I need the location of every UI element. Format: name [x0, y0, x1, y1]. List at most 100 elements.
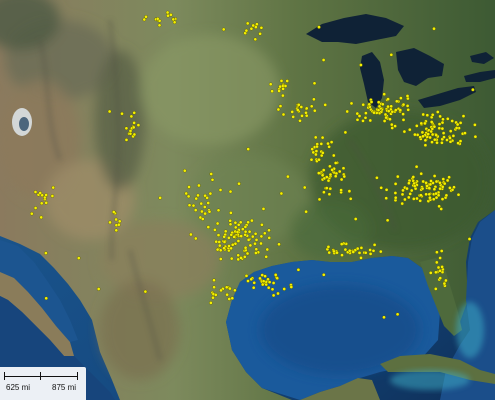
location-marker[interactable] — [30, 211, 34, 216]
location-marker[interactable] — [314, 149, 319, 153]
location-marker[interactable] — [421, 179, 425, 184]
location-marker[interactable] — [120, 111, 124, 116]
location-marker[interactable] — [304, 209, 308, 214]
location-marker[interactable] — [243, 255, 247, 259]
location-marker[interactable] — [271, 281, 276, 285]
location-marker[interactable] — [251, 285, 256, 290]
location-marker[interactable] — [191, 203, 196, 208]
location-marker[interactable] — [254, 251, 258, 255]
location-marker[interactable] — [155, 17, 160, 21]
location-marker[interactable] — [445, 178, 450, 183]
location-marker[interactable] — [193, 208, 198, 212]
location-marker[interactable] — [384, 196, 388, 200]
location-marker[interactable] — [421, 134, 425, 139]
location-marker[interactable] — [224, 285, 229, 290]
location-marker[interactable] — [368, 248, 372, 252]
location-marker[interactable] — [390, 126, 394, 130]
location-marker[interactable] — [408, 192, 412, 196]
location-marker[interactable] — [228, 286, 232, 291]
location-marker[interactable] — [250, 218, 254, 223]
location-marker[interactable] — [241, 227, 245, 231]
location-marker[interactable] — [203, 211, 207, 216]
location-marker[interactable] — [432, 174, 437, 178]
location-marker[interactable] — [300, 114, 304, 118]
location-marker[interactable] — [357, 114, 362, 118]
location-marker[interactable] — [302, 185, 307, 190]
location-marker[interactable] — [437, 126, 442, 130]
location-marker[interactable] — [265, 247, 270, 252]
location-marker[interactable] — [424, 181, 428, 185]
location-marker[interactable] — [298, 119, 302, 123]
location-marker[interactable] — [342, 174, 347, 179]
location-marker[interactable] — [309, 104, 314, 109]
location-marker[interactable] — [206, 201, 210, 205]
location-marker[interactable] — [442, 281, 447, 286]
location-marker[interactable] — [255, 22, 259, 26]
location-marker[interactable] — [440, 120, 445, 125]
location-marker[interactable] — [429, 179, 433, 183]
location-marker[interactable] — [401, 118, 406, 122]
location-marker[interactable] — [434, 179, 439, 184]
location-marker[interactable] — [281, 112, 286, 117]
location-marker[interactable] — [432, 187, 437, 191]
location-marker[interactable] — [157, 23, 162, 28]
location-marker[interactable] — [261, 279, 266, 283]
location-marker[interactable] — [44, 201, 48, 205]
location-marker[interactable] — [371, 249, 376, 253]
location-marker[interactable] — [254, 247, 259, 251]
location-marker[interactable] — [277, 89, 281, 93]
location-marker[interactable] — [363, 116, 368, 120]
location-marker[interactable] — [458, 121, 463, 125]
location-marker[interactable] — [398, 108, 403, 112]
location-marker[interactable] — [276, 107, 281, 112]
location-marker[interactable] — [436, 110, 440, 114]
location-marker[interactable] — [332, 249, 336, 254]
location-marker[interactable] — [448, 136, 452, 140]
location-marker[interactable] — [315, 144, 319, 149]
location-marker[interactable] — [219, 288, 223, 293]
location-marker[interactable] — [420, 186, 425, 191]
location-marker[interactable] — [412, 197, 416, 201]
location-marker[interactable] — [463, 131, 467, 135]
location-marker[interactable] — [408, 127, 412, 132]
location-marker[interactable] — [114, 228, 119, 233]
location-marker[interactable] — [413, 132, 417, 137]
location-marker[interactable] — [277, 242, 281, 247]
location-marker[interactable] — [419, 193, 423, 197]
location-marker[interactable] — [253, 241, 257, 246]
location-marker[interactable] — [450, 119, 454, 123]
location-marker[interactable] — [270, 89, 274, 93]
location-marker[interactable] — [435, 260, 439, 265]
location-marker[interactable] — [77, 256, 81, 260]
location-marker[interactable] — [229, 256, 234, 261]
location-marker[interactable] — [439, 207, 443, 211]
location-marker[interactable] — [246, 238, 251, 242]
location-marker[interactable] — [333, 174, 338, 178]
location-marker[interactable] — [281, 93, 285, 98]
location-marker[interactable] — [248, 243, 253, 248]
location-marker[interactable] — [286, 174, 290, 179]
location-marker[interactable] — [187, 185, 191, 189]
location-marker[interactable] — [401, 188, 405, 193]
location-marker[interactable] — [228, 219, 232, 223]
location-marker[interactable] — [230, 243, 235, 247]
location-marker[interactable] — [260, 223, 264, 227]
location-marker[interactable] — [128, 131, 133, 136]
location-marker[interactable] — [317, 157, 321, 162]
location-marker[interactable] — [297, 103, 301, 107]
location-marker[interactable] — [296, 268, 301, 272]
location-marker[interactable] — [450, 188, 455, 192]
location-marker[interactable] — [405, 186, 409, 191]
location-marker[interactable] — [187, 203, 192, 207]
location-marker[interactable] — [211, 295, 215, 300]
location-marker[interactable] — [382, 119, 387, 123]
location-marker[interactable] — [218, 243, 222, 248]
location-marker[interactable] — [326, 178, 331, 183]
location-marker[interactable] — [236, 239, 241, 243]
location-marker[interactable] — [473, 134, 478, 139]
location-marker[interactable] — [423, 121, 427, 126]
location-marker[interactable] — [200, 209, 204, 214]
location-marker[interactable] — [379, 186, 383, 190]
location-marker[interactable] — [379, 249, 383, 254]
location-marker[interactable] — [363, 251, 368, 255]
